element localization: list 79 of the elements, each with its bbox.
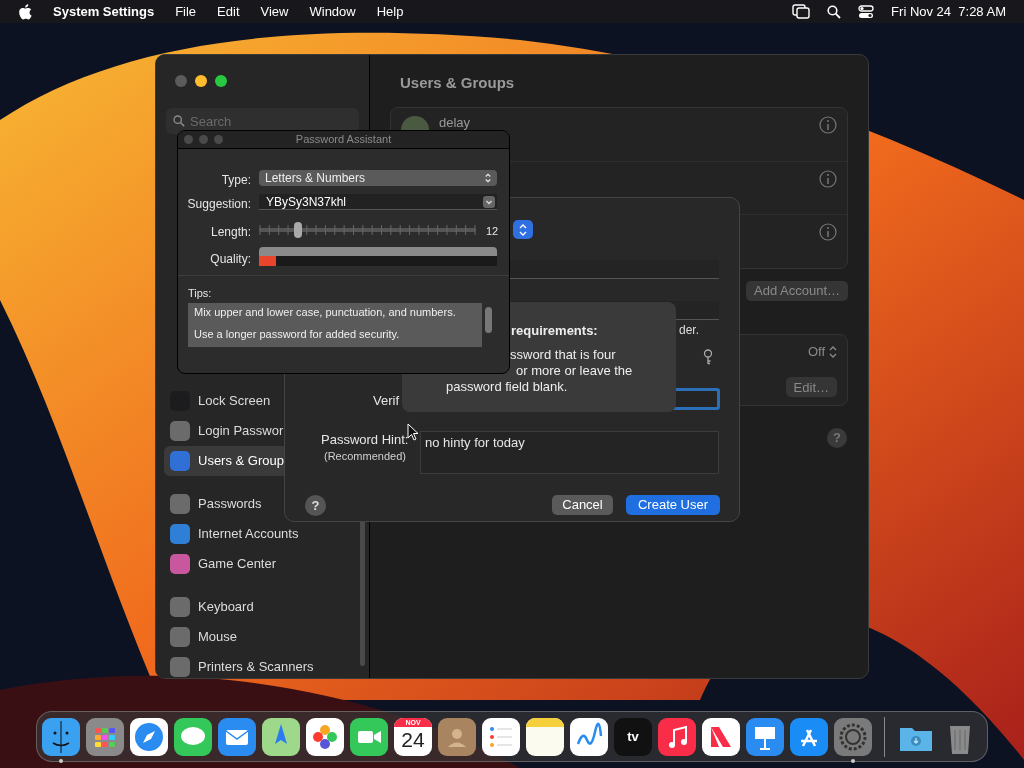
hint-label: Password Hint: [321, 431, 409, 449]
text-field[interactable] [507, 260, 719, 279]
map-icon[interactable] [262, 717, 300, 756]
edit-button[interactable]: Edit… [785, 377, 837, 398]
menu-item[interactable]: View [260, 1, 289, 22]
pane-title: Users & Groups [399, 73, 516, 93]
sidebar-item[interactable]: Mouse [164, 622, 361, 652]
sidebar-item[interactable]: Keyboard [164, 592, 361, 622]
field-label: Length: [210, 224, 251, 241]
menu-item[interactable]: Edit [217, 1, 240, 22]
field-label: Suggestion: [187, 196, 251, 213]
key-icon[interactable] [703, 349, 713, 365]
tip-text: Use a longer password for added security. [194, 326, 401, 342]
field-label: Type: [221, 172, 251, 189]
user-name: delay [439, 115, 471, 129]
tooltip-text: password field blank. [446, 378, 568, 396]
menu-app-name[interactable]: System Settings [53, 1, 155, 22]
menu-item[interactable]: Help [376, 1, 404, 22]
notepad-icon[interactable] [526, 717, 564, 756]
scribble-icon[interactable] [570, 717, 608, 756]
tip-text: Mix upper and lower case, punctuation, and numbers. [194, 305, 457, 320]
menu-clock[interactable]: Fri Nov 24 7:28 AM [891, 1, 1006, 22]
sidebar-item[interactable]: Printers & Scanners [164, 652, 361, 678]
app-grid-icon[interactable] [86, 717, 124, 756]
type-popup[interactable]: Letters & Numbers [259, 170, 497, 186]
compass-icon[interactable] [130, 717, 168, 756]
cancel-button[interactable]: Cancel [552, 495, 613, 515]
apple-logo-icon[interactable] [18, 3, 32, 20]
search-icon [173, 115, 185, 127]
sidebar-item[interactable]: Internet Accounts [164, 519, 361, 549]
popup-button[interactable] [513, 220, 533, 239]
suggestion-combo-box[interactable]: YBySy3N37khl [259, 194, 497, 210]
help-button[interactable]: ? [305, 495, 326, 516]
zoom-button[interactable] [215, 75, 227, 87]
menu-item[interactable]: Window [309, 1, 356, 22]
music-note-icon[interactable] [658, 717, 696, 756]
minimize-button[interactable] [195, 75, 207, 87]
chevron-up-down-icon [829, 345, 837, 358]
slider-track-icon [259, 222, 476, 238]
tooltip-text: ssword that is four [510, 346, 616, 364]
windows-icon[interactable] [792, 4, 811, 19]
search-icon[interactable] [827, 4, 842, 19]
scrollbar-thumb[interactable] [485, 307, 492, 333]
tooltip-heading: requirements: [511, 322, 598, 340]
chevron-up-down-icon [519, 223, 527, 236]
create-user-button[interactable]: Create User [626, 495, 720, 515]
info-icon[interactable] [819, 169, 837, 188]
checklist-icon[interactable] [482, 717, 520, 756]
envelope-icon[interactable] [218, 717, 256, 756]
speech-bubble-icon[interactable] [174, 717, 212, 756]
sidebar-item[interactable]: Game Center [164, 549, 361, 579]
add-account-button[interactable]: Add Account… [746, 280, 848, 301]
length-value: 12 [486, 224, 499, 239]
video-camera-icon[interactable] [350, 717, 388, 756]
window-title: Password Assistant [295, 132, 392, 148]
app-store-icon[interactable] [790, 717, 828, 756]
length-slider[interactable] [259, 222, 476, 238]
flower-icon[interactable] [306, 717, 344, 756]
tv-icon[interactable]: tv [614, 717, 652, 756]
tips-label: Tips: [188, 286, 212, 301]
toggles-icon[interactable] [858, 4, 875, 19]
verify-label: Verif [373, 392, 399, 410]
podium-icon[interactable] [746, 717, 784, 756]
hint-field[interactable]: no hinty for today [420, 431, 719, 474]
field-note: der. [679, 322, 699, 339]
info-icon[interactable] [819, 115, 837, 134]
news-icon[interactable] [702, 717, 740, 756]
gear-icon[interactable] [834, 717, 872, 756]
field-label: Quality: [210, 251, 251, 268]
slider-thumb[interactable] [294, 222, 303, 238]
mouse-pointer-icon [407, 423, 419, 441]
info-icon[interactable] [819, 223, 837, 242]
tooltip-text: or more or leave the [516, 362, 633, 380]
menu-item[interactable]: File [175, 1, 197, 22]
face-icon[interactable] [42, 717, 80, 756]
chevron-up-down-icon [485, 173, 491, 183]
auto-login-popup[interactable]: Off [807, 341, 837, 362]
contact-book-icon[interactable] [438, 717, 476, 756]
chevron-down-icon [483, 195, 495, 208]
